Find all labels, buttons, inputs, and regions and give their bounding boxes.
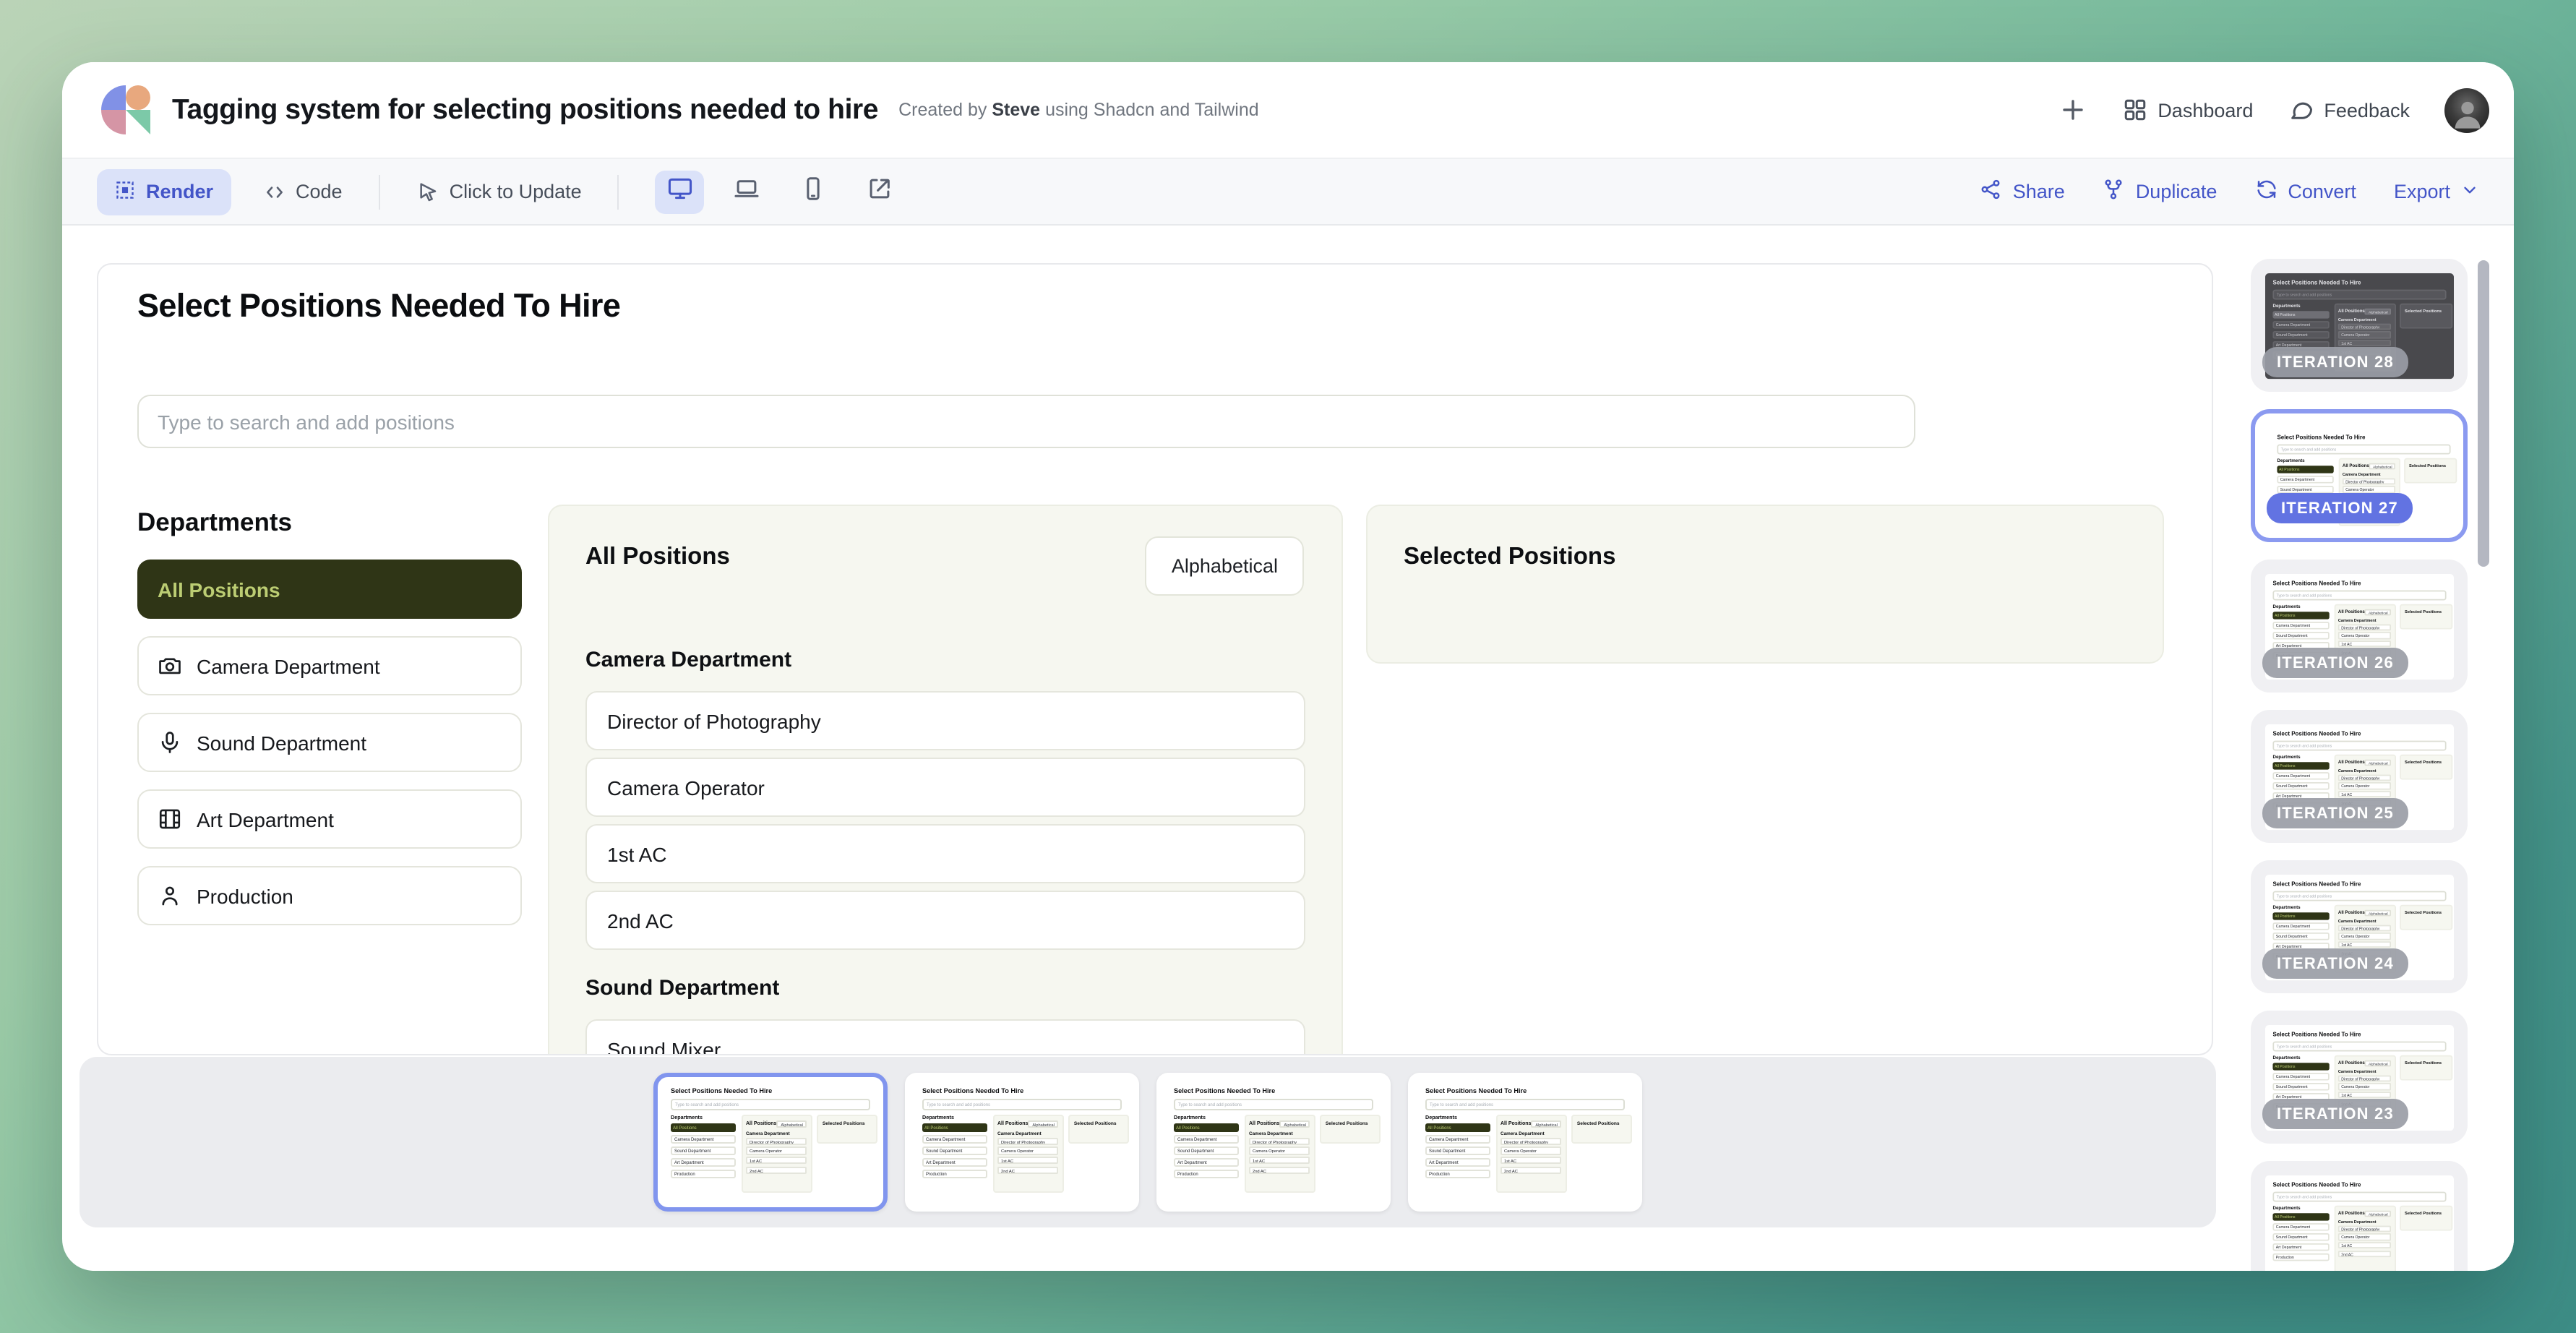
group-heading: Sound Department	[585, 976, 1305, 1000]
divider	[379, 174, 380, 209]
department-label: Camera Department	[197, 654, 380, 677]
iteration-card-iteration-28[interactable]: Select Positions Needed To HireType to s…	[2251, 259, 2468, 392]
app-heading: Select Positions Needed To Hire	[137, 288, 620, 325]
iteration-card-iteration-26[interactable]: Select Positions Needed To HireType to s…	[2251, 560, 2468, 693]
toolbar: Render Code Click to Update	[62, 158, 2514, 226]
chat-bubble-icon	[2288, 97, 2314, 123]
position-row[interactable]: Camera Operator	[585, 758, 1305, 817]
page-title: Tagging system for selecting positions n…	[172, 93, 878, 127]
share-icon	[1980, 178, 2003, 205]
feedback-button[interactable]: Feedback	[2288, 97, 2410, 123]
iteration-badge: ITERATION 26	[2262, 648, 2408, 678]
department-item-sound-department[interactable]: Sound Department	[137, 713, 522, 772]
version-thumbnail-2[interactable]: Select Positions Needed To HireType to s…	[905, 1073, 1139, 1212]
share-button[interactable]: Share	[1980, 178, 2065, 205]
department-item-art-department[interactable]: Art Department	[137, 789, 522, 849]
camera-icon	[158, 653, 182, 678]
user-avatar[interactable]	[2444, 87, 2489, 132]
code-tab[interactable]: Code	[262, 180, 343, 203]
departments-heading: Departments	[137, 507, 522, 538]
phone-icon	[799, 174, 827, 209]
selected-positions-panel: Selected Positions	[1366, 505, 2164, 664]
search-input[interactable]	[139, 396, 1914, 447]
device-desktop-button[interactable]	[656, 170, 705, 213]
app-logo-icon[interactable]	[101, 85, 150, 134]
dashboard-grid-icon	[2121, 97, 2147, 123]
plus-icon	[2058, 95, 2087, 124]
iteration-card-iteration-27[interactable]: Select Positions Needed To HireType to s…	[2251, 409, 2468, 542]
fork-icon	[2103, 178, 2126, 205]
byline-author: Steve	[992, 100, 1040, 120]
mini-app-preview: Select Positions Needed To HireType to s…	[1165, 1080, 1382, 1201]
new-project-button[interactable]	[2058, 95, 2087, 124]
iteration-card-iteration-23[interactable]: Select Positions Needed To HireType to s…	[2251, 1011, 2468, 1144]
iteration-badge: ITERATION 28	[2262, 347, 2408, 377]
department-item-all-positions[interactable]: All Positions	[137, 560, 522, 619]
group-heading: Camera Department	[585, 648, 1305, 672]
department-label: Sound Department	[197, 731, 366, 754]
open-external-icon	[866, 174, 893, 209]
department-item-production[interactable]: Production	[137, 866, 522, 925]
byline: Created by Steve using Shadcn and Tailwi…	[898, 100, 1259, 120]
chevron-down-icon	[2460, 180, 2479, 203]
iteration-badge: ITERATION 24	[2262, 948, 2408, 979]
refresh-icon	[2254, 178, 2277, 205]
all-positions-heading: All Positions	[585, 544, 730, 571]
all-positions-panel: All Positions Alphabetical Camera Depart…	[548, 505, 1343, 1055]
window-header: Tagging system for selecting positions n…	[62, 62, 2514, 158]
iteration-badge: ITERATION 27	[2267, 493, 2413, 523]
export-button[interactable]: Export	[2394, 180, 2479, 203]
duplicate-button[interactable]: Duplicate	[2103, 178, 2217, 205]
mini-app-preview: Select Positions Needed To HireType to s…	[662, 1080, 879, 1201]
departments-list: All Positions Camera Department Sound Depa…	[137, 560, 522, 925]
iteration-badge: ITERATION 23	[2262, 1099, 2408, 1129]
version-thumbnail-1-selected[interactable]: Select Positions Needed To HireType to s…	[653, 1073, 888, 1212]
divider	[618, 174, 619, 209]
iteration-card-partial[interactable]: Select Positions Needed To HireType to s…	[2251, 1161, 2468, 1271]
version-thumbnail-4[interactable]: Select Positions Needed To HireType to s…	[1408, 1073, 1642, 1212]
iteration-card-iteration-25[interactable]: Select Positions Needed To HireType to s…	[2251, 710, 2468, 843]
department-label: Production	[197, 884, 293, 907]
cursor-icon	[416, 180, 439, 203]
click-to-update-button[interactable]: Click to Update	[416, 180, 582, 203]
department-label: Art Department	[197, 807, 334, 831]
position-groups: Camera Department Director of Photography…	[585, 648, 1305, 1055]
search-field-wrap	[137, 395, 1915, 448]
app-window: Tagging system for selecting positions n…	[62, 62, 2514, 1271]
iteration-card-iteration-24[interactable]: Select Positions Needed To HireType to s…	[2251, 860, 2468, 993]
monitor-icon	[666, 174, 694, 209]
convert-button[interactable]: Convert	[2254, 178, 2356, 205]
desktop-background: Tagging system for selecting positions n…	[0, 0, 2576, 1333]
position-row[interactable]: 2nd AC	[585, 891, 1305, 950]
selected-positions-heading: Selected Positions	[1404, 544, 1615, 571]
position-row[interactable]: Director of Photography	[585, 691, 1305, 750]
department-item-camera-department[interactable]: Camera Department	[137, 636, 522, 695]
render-icon	[114, 179, 136, 205]
device-laptop-button[interactable]	[722, 170, 771, 213]
position-row[interactable]: Sound Mixer	[585, 1019, 1305, 1055]
version-strip: Select Positions Needed To HireType to s…	[80, 1057, 2216, 1227]
preview-canvas: Select Positions Needed To Hire Departme…	[97, 263, 2213, 1055]
person-icon	[158, 883, 182, 908]
device-phone-button[interactable]	[789, 170, 838, 213]
open-preview-button[interactable]	[855, 170, 904, 213]
sort-alphabetical-button[interactable]: Alphabetical	[1146, 536, 1304, 596]
code-icon	[262, 180, 285, 203]
microphone-icon	[158, 730, 182, 755]
position-row[interactable]: 1st AC	[585, 824, 1305, 883]
iterations-sidebar: Select Positions Needed To HireType to s…	[2233, 226, 2514, 1271]
laptop-icon	[733, 174, 760, 209]
iteration-badge: ITERATION 25	[2262, 798, 2408, 828]
mini-app-preview: Select Positions Needed To HireType to s…	[914, 1080, 1130, 1201]
render-tab[interactable]: Render	[97, 168, 231, 215]
mini-app-preview: Select Positions Needed To HireType to s…	[2265, 1175, 2454, 1271]
mini-app-preview: Select Positions Needed To HireType to s…	[1417, 1080, 1633, 1201]
version-thumbnail-3[interactable]: Select Positions Needed To HireType to s…	[1156, 1073, 1391, 1212]
dashboard-button[interactable]: Dashboard	[2121, 97, 2253, 123]
film-icon	[158, 807, 182, 831]
sidebar-scrollbar[interactable]	[2478, 260, 2489, 567]
department-label: All Positions	[158, 578, 280, 601]
departments-section: Departments All Positions Camera Departme…	[137, 507, 522, 943]
